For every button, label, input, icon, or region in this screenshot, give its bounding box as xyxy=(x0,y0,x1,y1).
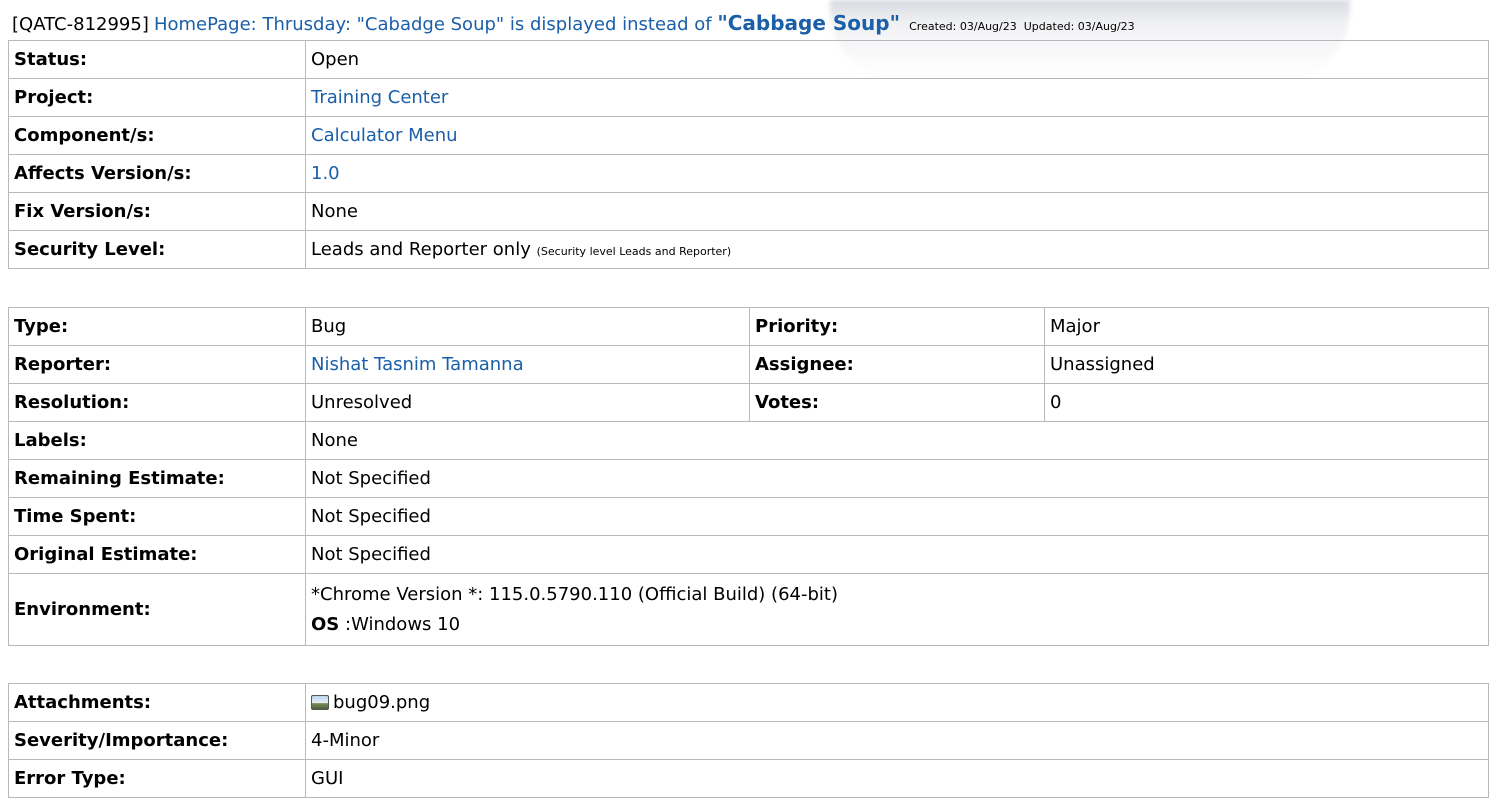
created-label: Created: xyxy=(909,20,957,33)
security-level-cell: Leads and Reporter only (Security level … xyxy=(305,230,1489,269)
component-link[interactable]: Calculator Menu xyxy=(311,125,458,146)
image-file-icon xyxy=(311,695,329,710)
environment-line2: OS :Windows 10 xyxy=(311,610,1488,640)
table-row: Component/s: Calculator Menu xyxy=(8,116,1489,155)
severity-value: 4-Minor xyxy=(305,721,1489,760)
reporter-label: Reporter: xyxy=(8,345,306,384)
environment-line1: *Chrome Version *: 115.0.5790.110 (Offic… xyxy=(311,583,838,605)
security-level-note: (Security level Leads and Reporter) xyxy=(536,245,732,258)
issue-title: HomePage: Thrusday: "Cabadge Soup" is di… xyxy=(153,14,712,35)
issue-header: [QATC-812995] HomePage: Thrusday: "Cabad… xyxy=(12,8,1487,38)
time-spent-value: Not Specified xyxy=(305,497,1489,536)
project-label: Project: xyxy=(8,78,306,117)
status-value: Open xyxy=(305,40,1489,79)
table-row: Fix Version/s: None xyxy=(8,192,1489,231)
table-row: Security Level: Leads and Reporter only … xyxy=(8,230,1489,269)
table-row: Environment: *Chrome Version *: 115.0.57… xyxy=(8,573,1489,646)
labels-value: None xyxy=(305,421,1489,460)
attachment-link[interactable]: bug09.png xyxy=(333,692,430,713)
attachments-cell: bug09.png xyxy=(305,683,1489,722)
table-row: Project: Training Center xyxy=(8,78,1489,117)
labels-label: Labels: xyxy=(8,421,306,460)
type-value: Bug xyxy=(305,307,750,346)
created-date: 03/Aug/23 xyxy=(959,20,1017,33)
environment-value: *Chrome Version *: 115.0.5790.110 (Offic… xyxy=(305,573,1489,646)
affects-version-link[interactable]: 1.0 xyxy=(311,163,340,184)
security-level-value: Leads and Reporter only xyxy=(311,239,531,260)
details-table: Status: Open Project: Training Center Co… xyxy=(8,40,1489,269)
remaining-estimate-label: Remaining Estimate: xyxy=(8,459,306,498)
priority-value: Major xyxy=(1044,307,1489,346)
environment-label: Environment: xyxy=(8,573,306,646)
table-row: Attachments: bug09.png xyxy=(8,683,1489,722)
remaining-estimate-value: Not Specified xyxy=(305,459,1489,498)
fix-version-label: Fix Version/s: xyxy=(8,192,306,231)
table-row: Error Type: GUI xyxy=(8,759,1489,798)
assignee-label: Assignee: xyxy=(749,345,1045,384)
error-type-value: GUI xyxy=(305,759,1489,798)
people-table: Type: Bug Priority: Major Reporter: Nish… xyxy=(8,307,1489,646)
status-label: Status: xyxy=(8,40,306,79)
table-row: Severity/Importance: 4-Minor xyxy=(8,721,1489,760)
environment-os-value: :Windows 10 xyxy=(345,613,461,635)
issue-key: [QATC-812995] xyxy=(12,14,149,35)
fix-version-value: None xyxy=(305,192,1489,231)
extra-table: Attachments: bug09.png Severity/Importan… xyxy=(8,683,1489,798)
table-row: Resolution: Unresolved Votes: 0 xyxy=(8,383,1489,422)
affects-version-label: Affects Version/s: xyxy=(8,154,306,193)
severity-label: Severity/Importance: xyxy=(8,721,306,760)
table-row: Affects Version/s: 1.0 xyxy=(8,154,1489,193)
environment-os-label: OS xyxy=(311,613,340,635)
table-row: Reporter: Nishat Tasnim Tamanna Assignee… xyxy=(8,345,1489,384)
issue-title-end: "Cabbage Soup" xyxy=(717,11,901,35)
resolution-label: Resolution: xyxy=(8,383,306,422)
attachments-label: Attachments: xyxy=(8,683,306,722)
table-row: Original Estimate: Not Specified xyxy=(8,535,1489,574)
time-spent-label: Time Spent: xyxy=(8,497,306,536)
error-type-label: Error Type: xyxy=(8,759,306,798)
type-label: Type: xyxy=(8,307,306,346)
issue-created: Created: 03/Aug/23 Updated: 03/Aug/23 xyxy=(909,20,1135,33)
updated-date: 03/Aug/23 xyxy=(1077,20,1135,33)
table-row: Remaining Estimate: Not Specified xyxy=(8,459,1489,498)
resolution-value: Unresolved xyxy=(305,383,750,422)
original-estimate-label: Original Estimate: xyxy=(8,535,306,574)
table-row: Labels: None xyxy=(8,421,1489,460)
component-label: Component/s: xyxy=(8,116,306,155)
reporter-link[interactable]: Nishat Tasnim Tamanna xyxy=(311,354,524,375)
updated-label: Updated: xyxy=(1023,20,1075,33)
project-link[interactable]: Training Center xyxy=(311,87,448,108)
votes-value: 0 xyxy=(1044,383,1489,422)
original-estimate-value: Not Specified xyxy=(305,535,1489,574)
priority-label: Priority: xyxy=(749,307,1045,346)
security-level-label: Security Level: xyxy=(8,230,306,269)
table-row: Time Spent: Not Specified xyxy=(8,497,1489,536)
assignee-value: Unassigned xyxy=(1044,345,1489,384)
table-row: Type: Bug Priority: Major xyxy=(8,307,1489,346)
issue-title-link[interactable]: HomePage: Thrusday: "Cabadge Soup" is di… xyxy=(153,11,901,35)
votes-label: Votes: xyxy=(749,383,1045,422)
table-row: Status: Open xyxy=(8,40,1489,79)
